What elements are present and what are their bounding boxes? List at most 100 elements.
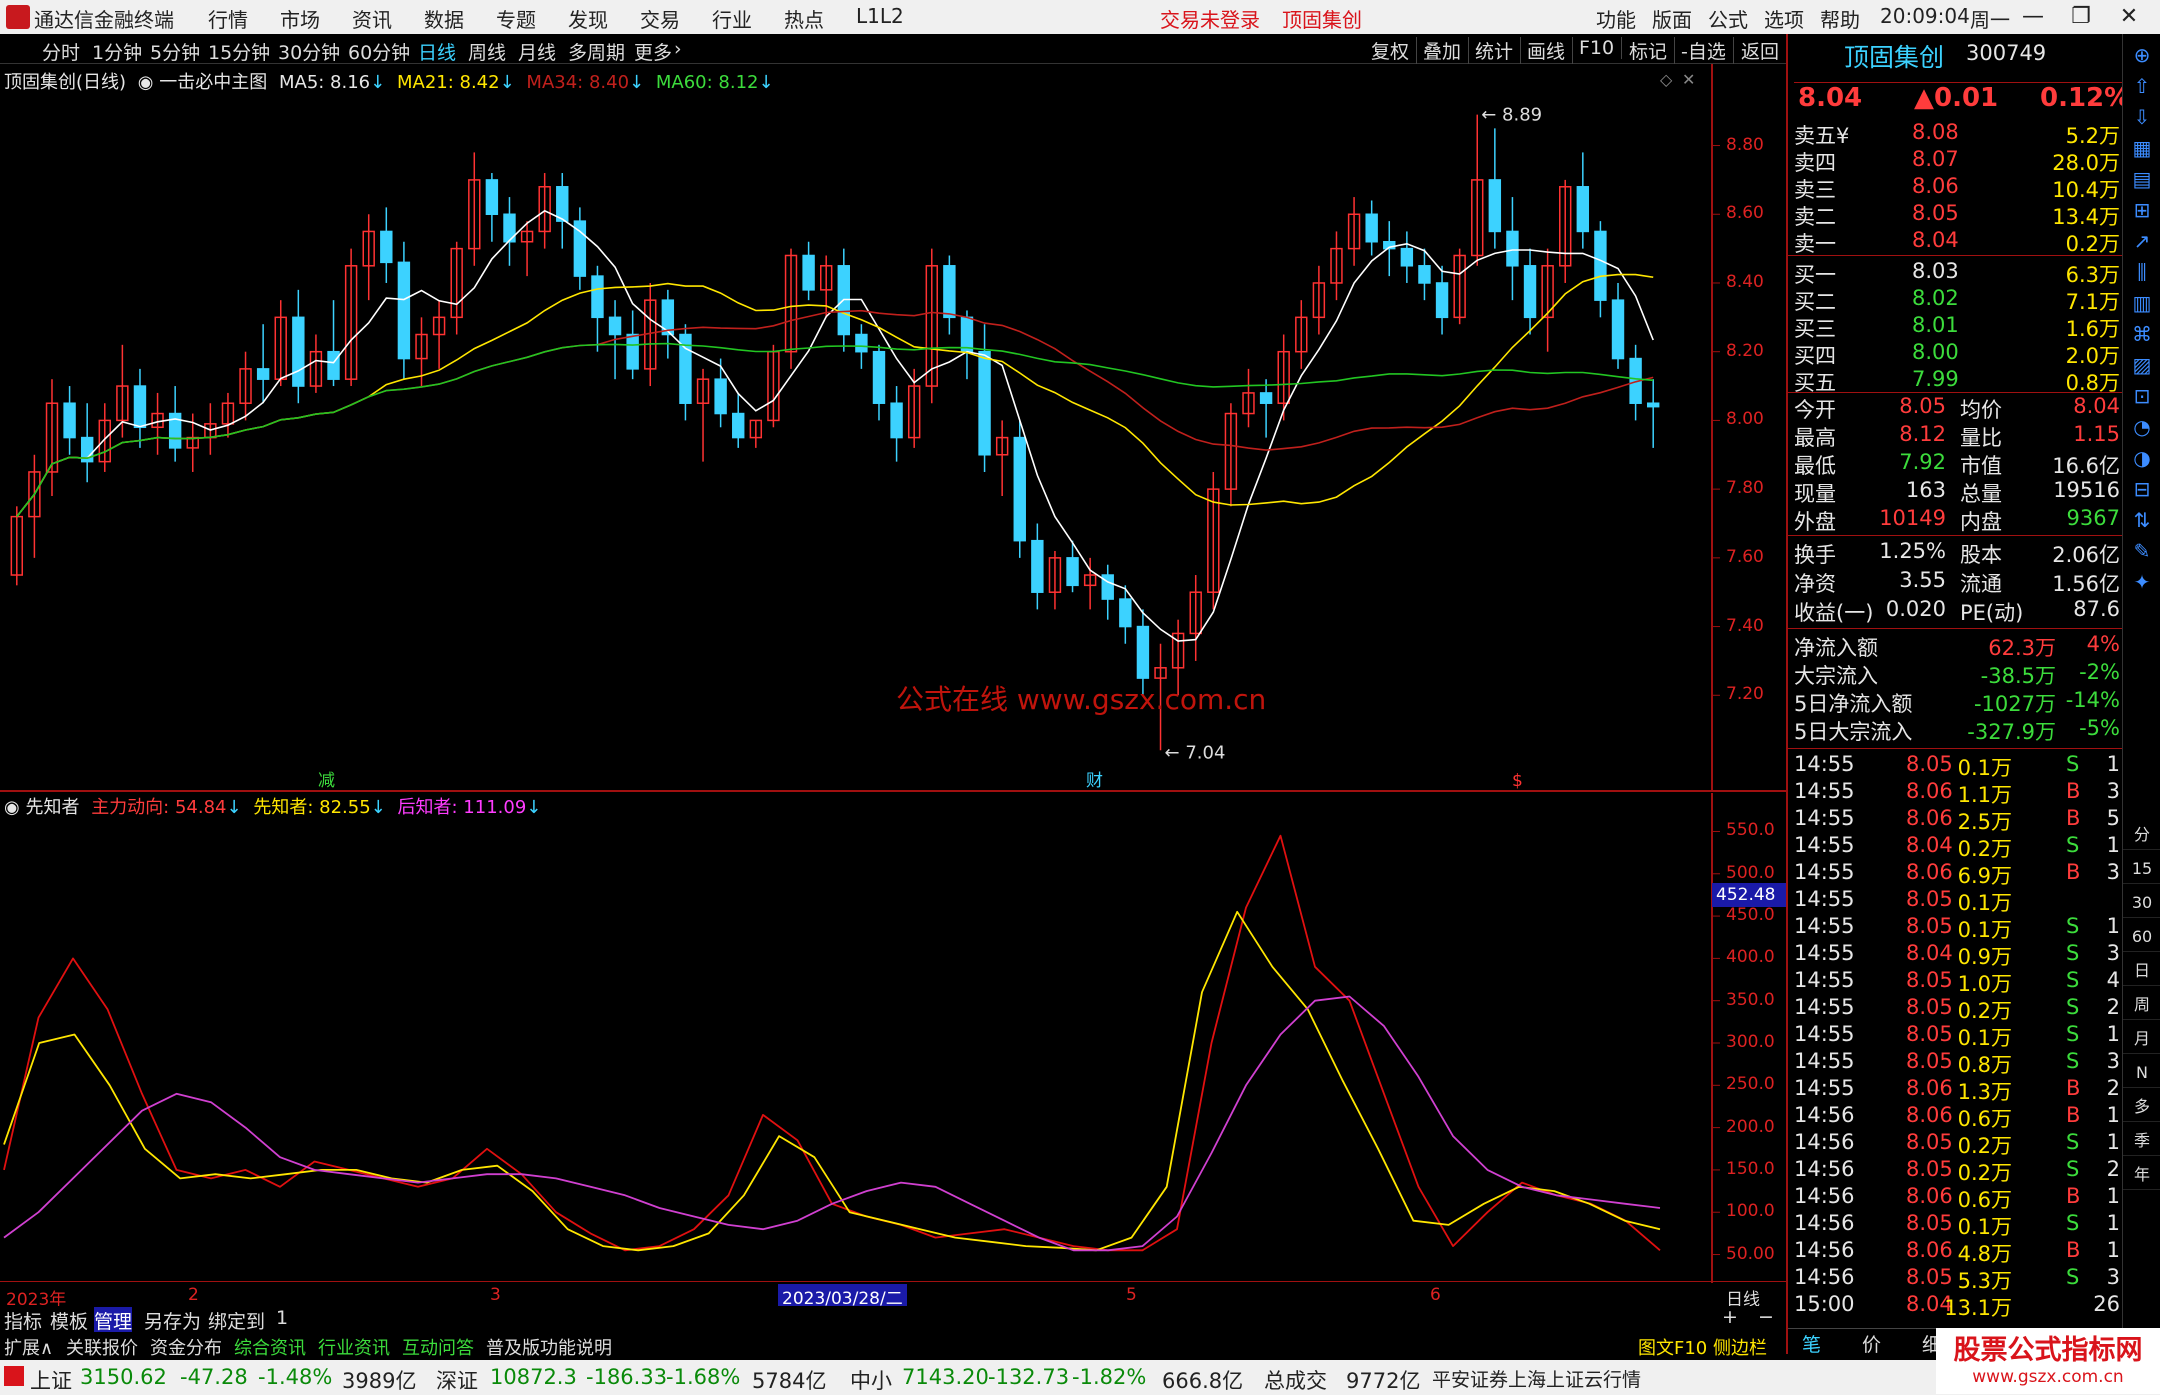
tool-biaoji[interactable]: 标记 bbox=[1622, 37, 1676, 64]
tab-1[interactable]: 1 bbox=[276, 1307, 288, 1329]
tool-fuquan[interactable]: 复权 bbox=[1364, 37, 1418, 64]
menu-redian[interactable]: 热点 bbox=[784, 4, 824, 33]
menu-hangqing[interactable]: 行情 bbox=[208, 4, 248, 33]
ask-row[interactable]: 卖一 8.04 0.2万 bbox=[1794, 228, 2122, 256]
tool-diejia[interactable]: 叠加 bbox=[1416, 37, 1470, 64]
btab-guanlian[interactable]: 关联报价 bbox=[66, 1334, 138, 1360]
menu-l1l2[interactable]: L1L2 bbox=[856, 4, 904, 28]
btab-zonghe[interactable]: 综合资讯 bbox=[234, 1334, 306, 1360]
side-tool-icon[interactable]: ⇅ bbox=[2129, 507, 2155, 533]
menu-gongshi[interactable]: 公式 bbox=[1708, 4, 1748, 33]
minimize-button[interactable]: — bbox=[2012, 0, 2054, 34]
tab-zhibiao[interactable]: 指标 bbox=[4, 1307, 42, 1334]
server-name[interactable]: 平安证券上海上证云行情 bbox=[1432, 1365, 1641, 1392]
zoom-out-icon[interactable]: − bbox=[1758, 1306, 1774, 1328]
side-tool-icon[interactable]: ◔ bbox=[2129, 414, 2155, 440]
indicator-pane[interactable]: ◉ 先知者 主力动向: 54.84↓ 先知者: 82.55↓ 后知者: 111.… bbox=[0, 793, 1786, 1283]
main-chart-pane[interactable]: 顶固集创(日线) ◉ 一击必中主图 MA5: 8.16↓ MA21: 8.42↓… bbox=[0, 64, 1786, 792]
side-period-0[interactable]: 分 bbox=[2123, 820, 2160, 850]
tool-zixuan[interactable]: -自选 bbox=[1674, 37, 1734, 64]
side-tool-icon[interactable]: ↗ bbox=[2129, 228, 2155, 254]
menu-shuju[interactable]: 数据 bbox=[424, 4, 464, 33]
tab-bangdingdao[interactable]: 绑定到 bbox=[208, 1307, 265, 1334]
side-tool-icon[interactable]: ⊕ bbox=[2129, 42, 2155, 68]
sz-name[interactable]: 深证 bbox=[436, 1365, 478, 1395]
side-period-10[interactable]: 年 bbox=[2123, 1160, 2160, 1190]
candlestick-chart[interactable]: ← 8.89 ← 7.04 减 财 $ bbox=[0, 64, 1786, 792]
side-period-3[interactable]: 60 bbox=[2123, 922, 2160, 952]
menu-banmian[interactable]: 版面 bbox=[1652, 4, 1692, 33]
period-5min[interactable]: 5分钟 bbox=[150, 38, 200, 65]
side-period-6[interactable]: 月 bbox=[2123, 1024, 2160, 1054]
side-tool-icon[interactable]: ✦ bbox=[2129, 569, 2155, 595]
menu-gongneng[interactable]: 功能 bbox=[1596, 4, 1636, 33]
ask-row[interactable]: 卖二 8.05 13.4万 bbox=[1794, 201, 2122, 229]
side-period-9[interactable]: 季 bbox=[2123, 1126, 2160, 1156]
trade-status[interactable]: 交易未登录 bbox=[1160, 4, 1260, 33]
side-tool-icon[interactable]: ⇧ bbox=[2129, 73, 2155, 99]
period-30min[interactable]: 30分钟 bbox=[278, 38, 340, 65]
menu-xuanxiang[interactable]: 选项 bbox=[1764, 4, 1804, 33]
side-tool-icon[interactable]: ⇩ bbox=[2129, 104, 2155, 130]
btab-zijin[interactable]: 资金分布 bbox=[150, 1334, 222, 1360]
btab-shuoming[interactable]: 普及版功能说明 bbox=[486, 1334, 612, 1360]
ask-row[interactable]: 卖三 8.06 10.4万 bbox=[1794, 174, 2122, 202]
side-tool-icon[interactable]: ✎ bbox=[2129, 538, 2155, 564]
side-period-2[interactable]: 30 bbox=[2123, 888, 2160, 918]
bid-row[interactable]: 买一 8.03 6.3万 bbox=[1794, 259, 2122, 287]
bid-row[interactable]: 买五 7.99 0.8万 bbox=[1794, 367, 2122, 395]
period-60min[interactable]: 60分钟 bbox=[348, 38, 410, 65]
tool-tongji[interactable]: 统计 bbox=[1468, 37, 1522, 64]
period-monthly[interactable]: 月线 bbox=[518, 38, 556, 65]
period-1min[interactable]: 1分钟 bbox=[92, 38, 142, 65]
tab-guanli[interactable]: 管理 bbox=[94, 1307, 133, 1334]
tab-moban[interactable]: 模板 bbox=[50, 1307, 88, 1334]
side-tool-icon[interactable]: ▤ bbox=[2129, 166, 2155, 192]
menu-hangye[interactable]: 行业 bbox=[712, 4, 752, 33]
period-multi[interactable]: 多周期 bbox=[568, 38, 625, 65]
period-weekly[interactable]: 周线 bbox=[468, 38, 506, 65]
marker-cai[interactable]: 财 bbox=[1086, 771, 1103, 791]
side-period-7[interactable]: N bbox=[2123, 1058, 2160, 1088]
tab-lingcunwei[interactable]: 另存为 bbox=[144, 1307, 201, 1334]
menu-zixun[interactable]: 资讯 bbox=[352, 4, 392, 33]
zoom-in-icon[interactable]: + bbox=[1722, 1306, 1738, 1328]
side-period-8[interactable]: 多 bbox=[2123, 1092, 2160, 1122]
ask-row[interactable]: 卖五¥ 8.08 5.2万 bbox=[1794, 120, 2122, 148]
period-daily[interactable]: 日线 bbox=[418, 38, 456, 65]
period-fenshi[interactable]: 分时 bbox=[42, 38, 80, 65]
menu-faxian[interactable]: 发现 bbox=[568, 4, 608, 33]
menu-shichang[interactable]: 市场 bbox=[280, 4, 320, 33]
side-tool-icon[interactable]: ◑ bbox=[2129, 445, 2155, 471]
menu-jiaoyi[interactable]: 交易 bbox=[640, 4, 680, 33]
side-tool-icon[interactable]: ⫼ bbox=[2129, 259, 2155, 285]
side-period-1[interactable]: 15 bbox=[2123, 854, 2160, 884]
btab-expand[interactable]: 扩展∧ bbox=[4, 1334, 53, 1360]
indicator-line-chart[interactable] bbox=[0, 793, 1786, 1283]
side-tool-icon[interactable]: ⌘ bbox=[2129, 321, 2155, 347]
ptab-jia[interactable]: 价 bbox=[1862, 1330, 1881, 1357]
restore-button[interactable]: ❐ bbox=[2060, 0, 2102, 34]
btab-hangye[interactable]: 行业资讯 bbox=[318, 1334, 390, 1360]
ask-row[interactable]: 卖四 8.07 28.0万 bbox=[1794, 147, 2122, 175]
side-tool-icon[interactable]: ▥ bbox=[2129, 290, 2155, 316]
side-period-4[interactable]: 日 bbox=[2123, 956, 2160, 986]
side-tool-icon[interactable]: ▨ bbox=[2129, 352, 2155, 378]
side-period-5[interactable]: 周 bbox=[2123, 990, 2160, 1020]
period-more[interactable]: 更多 bbox=[634, 38, 672, 65]
tool-huaxian[interactable]: 画线 bbox=[1520, 37, 1574, 64]
tool-fanhui[interactable]: 返回 bbox=[1734, 37, 1786, 64]
bid-row[interactable]: 买三 8.01 1.6万 bbox=[1794, 313, 2122, 341]
side-tool-icon[interactable]: ▦ bbox=[2129, 135, 2155, 161]
bid-row[interactable]: 买四 8.00 2.0万 bbox=[1794, 340, 2122, 368]
menu-bangzhu[interactable]: 帮助 bbox=[1820, 4, 1860, 33]
tool-f10[interactable]: F10 bbox=[1572, 37, 1623, 59]
period-15min[interactable]: 15分钟 bbox=[208, 38, 270, 65]
side-tool-icon[interactable]: ⊞ bbox=[2129, 197, 2155, 223]
ptab-bi[interactable]: 笔 bbox=[1802, 1330, 1821, 1357]
side-tool-icon[interactable]: ⊟ bbox=[2129, 476, 2155, 502]
zx-name[interactable]: 中小 bbox=[850, 1365, 892, 1395]
side-tool-icon[interactable]: ⊡ bbox=[2129, 383, 2155, 409]
sh-name[interactable]: 上证 bbox=[30, 1365, 72, 1395]
bid-row[interactable]: 买二 8.02 7.1万 bbox=[1794, 286, 2122, 314]
